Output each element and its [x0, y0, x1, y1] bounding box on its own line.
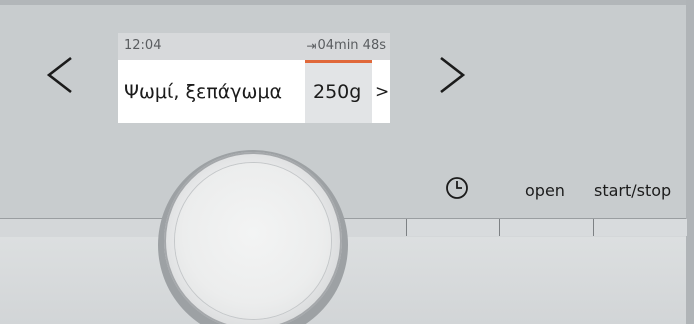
panel-top-edge: [0, 0, 694, 5]
chevron-left-icon: [46, 56, 72, 94]
remaining-time-value: 04min 48s: [317, 38, 386, 53]
remaining-time: ⇥ 04min 48s: [306, 38, 386, 53]
program-row: Ψωμί, ξεπάγωμα 250g: [118, 60, 390, 123]
display-screen: 12:04 ⇥ 04min 48s Ψωμί, ξεπάγωμα 250g >: [118, 33, 390, 123]
appliance-panel: 12:04 ⇥ 04min 48s Ψωμί, ξεπάγωμα 250g > …: [0, 0, 694, 324]
remaining-time-icon: ⇥: [306, 38, 317, 53]
display-status-bar: 12:04 ⇥ 04min 48s: [118, 33, 390, 60]
clock-time: 12:04: [124, 38, 162, 53]
open-button[interactable]: [499, 219, 593, 236]
chevron-right-icon: [440, 56, 466, 94]
weight-value: 250g: [313, 81, 362, 103]
start-stop-label: start/stop: [594, 181, 672, 200]
panel-right-edge: [686, 0, 694, 324]
program-name: Ψωμί, ξεπάγωμα: [124, 81, 283, 103]
weight-arrow-icon: >: [375, 82, 390, 102]
clock-icon: [446, 177, 468, 199]
open-label: open: [525, 181, 565, 200]
control-knob-face: [175, 163, 331, 319]
timer-button[interactable]: [406, 219, 499, 236]
next-button[interactable]: [432, 50, 472, 100]
previous-button[interactable]: [40, 50, 80, 100]
start-stop-button[interactable]: [593, 219, 687, 236]
weight-field[interactable]: 250g: [305, 60, 372, 123]
